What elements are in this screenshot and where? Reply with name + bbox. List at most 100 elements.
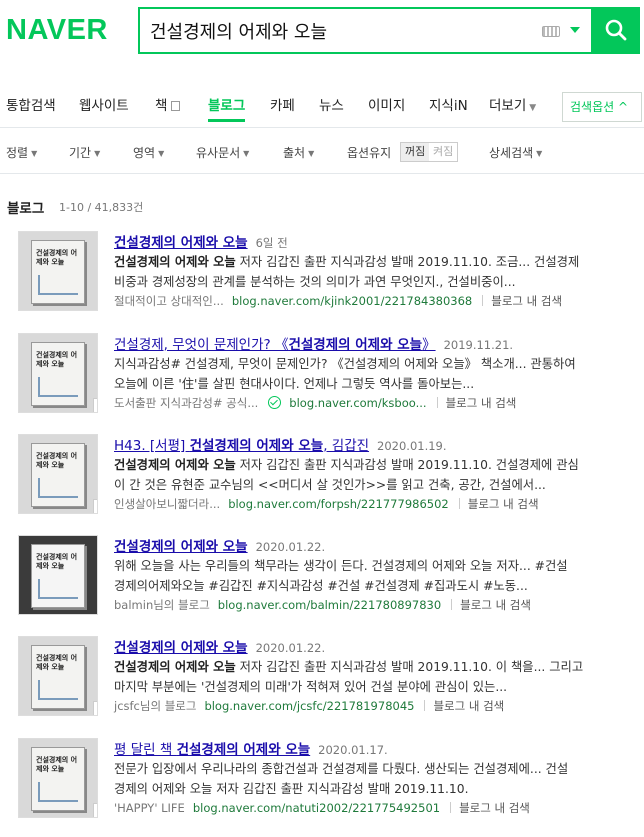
- result-date: 2020.01.22.: [255, 641, 326, 655]
- tab-images[interactable]: 이미지: [368, 92, 405, 122]
- search-input[interactable]: [150, 17, 530, 45]
- search-box[interactable]: [138, 7, 593, 54]
- chevron-down-icon: ▼: [31, 149, 38, 158]
- tab-book[interactable]: 책: [155, 92, 181, 122]
- tab-kin[interactable]: 지식iN: [429, 92, 468, 122]
- book-icon: [171, 101, 181, 111]
- plus-icon: +: [96, 400, 97, 411]
- result-title-link[interactable]: 건설경제, 무엇이 문제인가? 《건설경제의 어제와 오늘》: [114, 337, 436, 353]
- divider: [450, 802, 452, 813]
- option-keep-off-toggle[interactable]: 꺼짐: [400, 142, 431, 162]
- result-title-link[interactable]: 평 달린 책 건설경제의 어제와 오늘: [114, 742, 310, 758]
- search-tabs: 통합검색 웹사이트 책 블로그 카페 뉴스 이미지 지식iN 더보기 ▼: [0, 92, 644, 122]
- result-title-link[interactable]: H43. [서평] 건설경제의 어제와 오늘, 김갑진: [114, 438, 369, 454]
- blog-name[interactable]: balmin님의 블로그: [114, 598, 210, 612]
- result-title-link[interactable]: 건설경제의 어제와 오늘: [114, 640, 248, 656]
- tab-cafe[interactable]: 카페: [270, 92, 295, 122]
- result-thumbnail[interactable]: 건설경제의 어제와 오늘 +1: [18, 738, 98, 818]
- book-cover-title: 건설경제의 어제와 오늘: [36, 756, 78, 773]
- image-count-badge: +1: [93, 398, 97, 412]
- result-title-link[interactable]: 건설경제의 어제와 오늘: [114, 235, 248, 251]
- result-title: 건설경제의 어제와 오늘 2020.01.22.: [114, 636, 325, 656]
- result-meta: 'HAPPY' LIFE blog.naver.com/natuti2002/22…: [114, 800, 530, 816]
- snippet-text: 전문가 입장에서 우리나라의 종합건설과 건설경제를 다뤘다. 생산되는 건설경…: [114, 762, 569, 796]
- result-url[interactable]: blog.naver.com/natuti2002/221775492501: [193, 801, 440, 815]
- blog-name[interactable]: jcsfc님의 블로그: [114, 699, 196, 713]
- title-highlight: 건설경제의 어제와 오늘: [114, 235, 248, 251]
- result-url[interactable]: blog.naver.com/ksboo...: [289, 396, 426, 410]
- verified-check-icon: [268, 396, 282, 409]
- book-cover-graphic: [38, 782, 78, 802]
- tab-news[interactable]: 뉴스: [319, 92, 344, 122]
- snippet-highlight: 건설경제의 어제와 오늘: [114, 255, 236, 269]
- blog-inner-search-link[interactable]: 블로그 내 검색: [446, 396, 517, 410]
- keyboard-icon[interactable]: [542, 26, 560, 37]
- plus-icon: +: [96, 501, 97, 512]
- blog-inner-search-link[interactable]: 블로그 내 검색: [433, 699, 504, 713]
- result-item: 건설경제의 어제와 오늘 건설경제의 어제와 오늘 6일 전 건설경제의 어제와 오늘…: [0, 231, 644, 331]
- option-keep-on-toggle[interactable]: 켜짐: [429, 142, 459, 162]
- result-thumbnail[interactable]: 건설경제의 어제와 오늘 +8: [18, 434, 98, 514]
- result-url[interactable]: blog.naver.com/balmin/221780897830: [218, 598, 441, 612]
- blog-inner-search-link[interactable]: 블로그 내 검색: [491, 294, 562, 308]
- blog-name[interactable]: 'HAPPY' LIFE: [114, 801, 185, 815]
- filter-source[interactable]: 출처 ▼: [283, 144, 314, 161]
- chevron-down-icon: ▼: [529, 103, 537, 113]
- result-thumbnail[interactable]: 건설경제의 어제와 오늘: [18, 231, 98, 311]
- result-snippet: 건설경제의 어제와 오늘 저자 김갑진 출판 지식과감성 발매 2019.11.…: [114, 657, 622, 697]
- chevron-down-icon: ▼: [536, 149, 543, 158]
- chevron-down-icon[interactable]: [570, 27, 580, 33]
- result-url[interactable]: blog.naver.com/forpsh/221777986502: [228, 497, 449, 511]
- search-options-button[interactable]: 검색옵션 ^: [562, 92, 642, 122]
- result-item: 건설경제의 어제와 오늘+1건설경제, 무엇이 문제인가? 《건설경제의 어제와…: [0, 333, 644, 433]
- tab-website[interactable]: 웹사이트: [79, 92, 129, 122]
- result-count: 1-10 / 41,833건: [59, 201, 144, 214]
- result-snippet: 건설경제의 어제와 오늘 저자 김갑진 출판 지식과감성 발매 2019.11.…: [114, 455, 622, 495]
- image-count-badge: +8: [93, 499, 97, 513]
- filter-sort[interactable]: 정렬 ▼: [6, 144, 37, 161]
- book-cover-graphic: [38, 478, 78, 498]
- snippet-text: 지식과감성# 건설경제, 무엇이 문제인가? 《건설경제의 어제와 오늘》 책소…: [114, 357, 576, 391]
- result-title-link[interactable]: 건설경제의 어제와 오늘: [114, 539, 248, 555]
- result-date: 2019.11.21.: [443, 338, 514, 352]
- title-text: 평 달린 책: [114, 742, 177, 758]
- result-url[interactable]: blog.naver.com/kjink2001/221784380368: [232, 294, 472, 308]
- title-highlight: 건설경제의 어제와 오늘: [189, 438, 324, 454]
- title-highlight: 건설경제의 어제와 오늘: [288, 337, 423, 353]
- result-item: 건설경제의 어제와 오늘 +1 평 달린 책 건설경제의 어제와 오늘 2020.01…: [0, 738, 644, 837]
- tab-blog[interactable]: 블로그: [208, 92, 246, 122]
- image-count-badge: +1: [93, 803, 97, 817]
- result-thumbnail[interactable]: 건설경제의 어제와 오늘 +3: [18, 636, 98, 716]
- blog-inner-search-link[interactable]: 블로그 내 검색: [460, 598, 531, 612]
- book-cover-image: 건설경제의 어제와 오늘: [31, 443, 85, 507]
- filter-detail-search[interactable]: 상세검색 ▼: [489, 144, 542, 161]
- result-snippet: 지식과감성# 건설경제, 무엇이 문제인가? 《건설경제의 어제와 오늘》 책소…: [114, 354, 622, 394]
- result-date: 2020.01.22.: [255, 540, 326, 554]
- result-snippet: 건설경제의 어제와 오늘 저자 김갑진 출판 지식과감성 발매 2019.11.…: [114, 252, 622, 292]
- blog-name[interactable]: 인생살아보니짧더라...: [114, 497, 220, 511]
- result-date: 6일 전: [255, 236, 288, 250]
- result-thumbnail[interactable]: 건설경제의 어제와 오늘: [18, 535, 98, 615]
- filter-period[interactable]: 기간 ▼: [69, 144, 100, 161]
- filter-bar: 정렬 ▼ 기간 ▼ 영역 ▼ 유사문서 ▼ 출처 ▼ 옵션유지 꺼짐 켜짐 상세검색 ▼: [0, 141, 644, 163]
- divider: [424, 700, 426, 711]
- divider: [458, 498, 460, 509]
- book-cover-image: 건설경제의 어제와 오늘: [31, 645, 85, 709]
- plus-icon: +: [96, 703, 97, 714]
- blog-name[interactable]: 절대적이고 상대적인...: [114, 294, 224, 308]
- result-url[interactable]: blog.naver.com/jcsfc/221781978045: [204, 699, 414, 713]
- result-title: 건설경제의 어제와 오늘 6일 전: [114, 231, 288, 251]
- tab-all[interactable]: 통합검색: [6, 92, 56, 122]
- filter-similar[interactable]: 유사문서 ▼: [196, 144, 249, 161]
- blog-name[interactable]: 도서출판 지식과감성# 공식...: [114, 396, 258, 410]
- blog-inner-search-link[interactable]: 블로그 내 검색: [459, 801, 530, 815]
- search-button[interactable]: [593, 7, 640, 54]
- result-date: 2020.01.19.: [377, 439, 447, 453]
- result-thumbnail[interactable]: 건설경제의 어제와 오늘 +1: [18, 333, 98, 413]
- naver-logo[interactable]: NAVER: [6, 14, 108, 47]
- tab-more[interactable]: 더보기 ▼: [489, 92, 536, 122]
- title-text: , 김갑진: [323, 438, 370, 454]
- filter-area[interactable]: 영역 ▼: [133, 144, 164, 161]
- option-keep-label: 옵션유지: [347, 146, 392, 160]
- blog-inner-search-link[interactable]: 블로그 내 검색: [468, 497, 539, 511]
